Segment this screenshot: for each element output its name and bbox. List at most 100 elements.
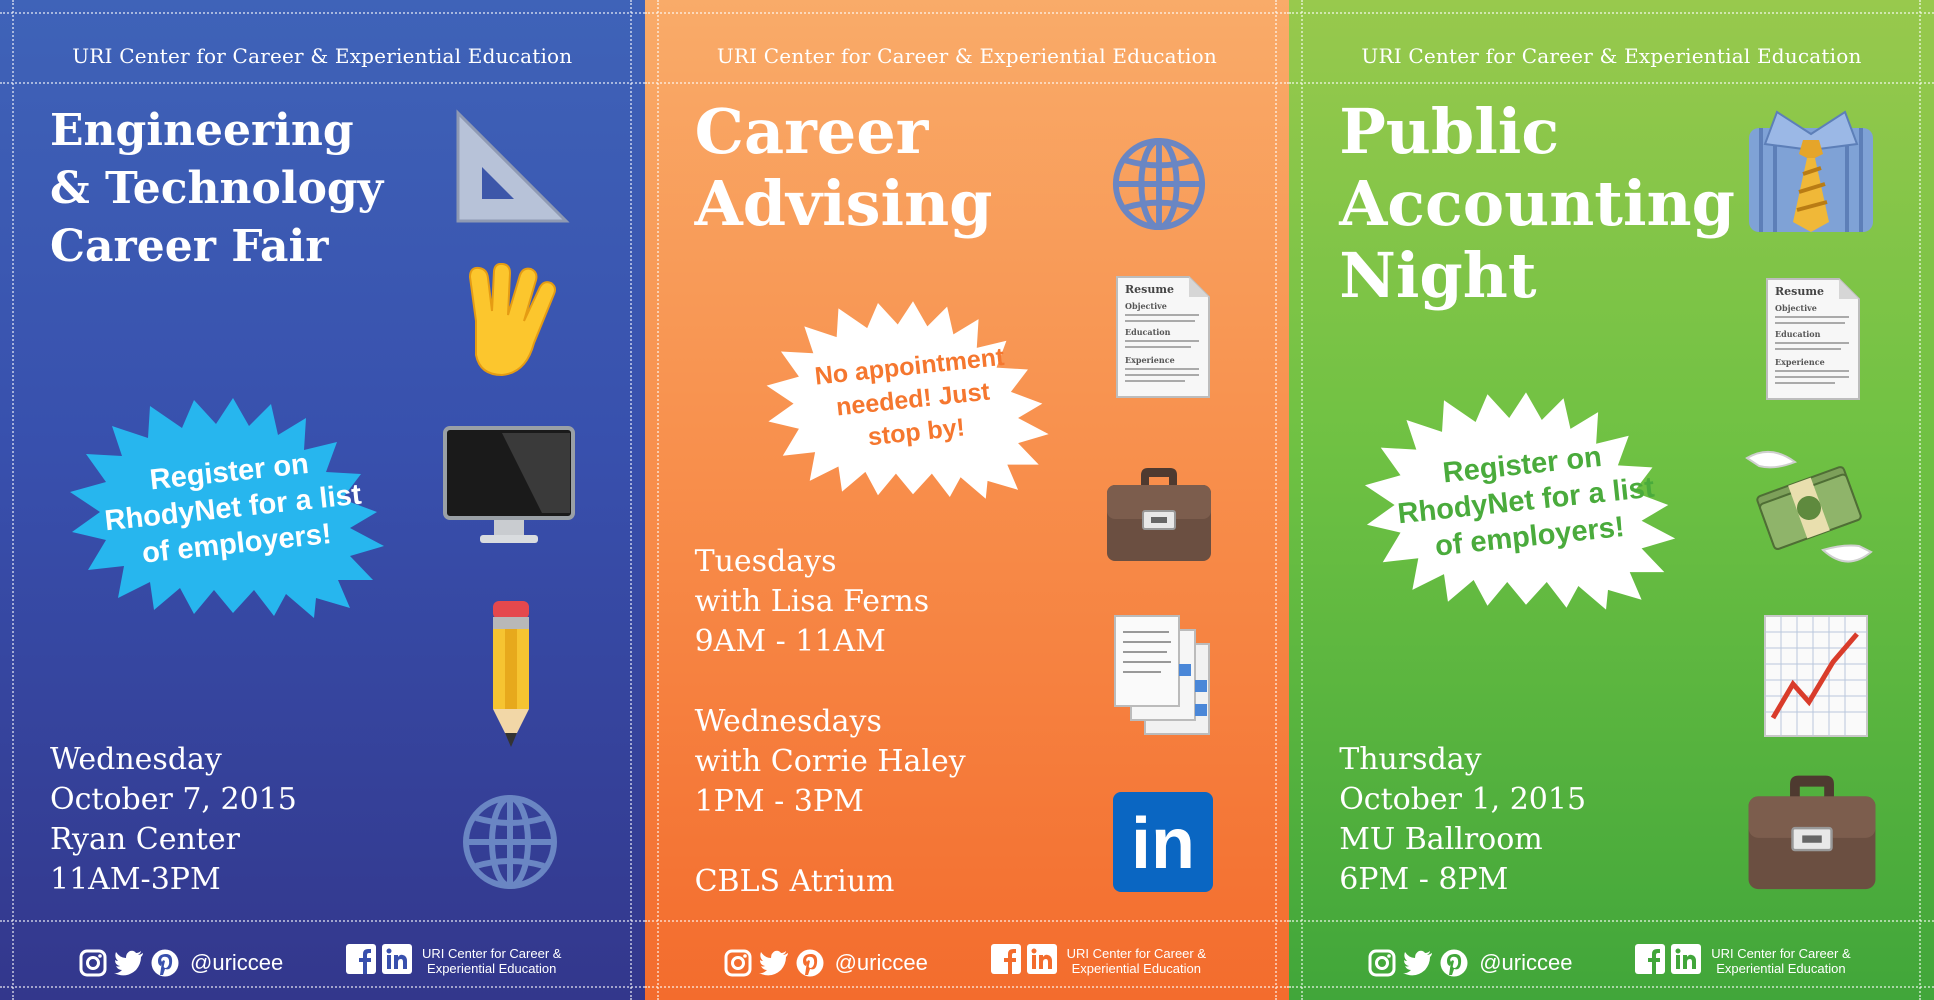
organization-name: URI Center for Career & Experiential Edu… <box>1361 44 1862 68</box>
facebook-icon[interactable] <box>346 944 376 978</box>
engineering-career-fair-panel: URI Center for Career & Experiential Edu… <box>0 0 645 1000</box>
pinterest-icon[interactable] <box>795 948 825 978</box>
detail-line: with Corrie Haley <box>694 744 966 779</box>
organization-name: URI Center for Career & Experiential Edu… <box>72 44 573 68</box>
dotted-border <box>0 12 645 14</box>
social-handle[interactable]: @uriccee <box>1479 950 1572 976</box>
detail-line: Wednesday <box>50 742 222 777</box>
globe-icon <box>1107 132 1211 236</box>
detail-line: 1PM - 3PM <box>694 784 864 819</box>
desktop-computer-icon <box>440 424 578 552</box>
footer-org-line: Experiential Education <box>427 961 557 976</box>
linkedin-small-icon[interactable] <box>382 944 412 978</box>
resume-document-icon: Resume Objective Education Experience <box>1763 270 1863 408</box>
dotted-border <box>644 920 1290 922</box>
social-links: @uriccee <box>78 948 283 978</box>
detail-line: 11AM-3PM <box>50 862 221 897</box>
linkedin-small-icon[interactable] <box>1671 944 1702 978</box>
resume-section: Education <box>1775 329 1821 339</box>
footer-org-text: URI Center for Career & Experiential Edu… <box>1067 946 1206 976</box>
title-line: Night <box>1339 239 1537 312</box>
title-line: Advising <box>694 167 993 240</box>
social-links: @uriccee <box>1367 948 1572 978</box>
dotted-border <box>1289 82 1934 84</box>
resume-heading: Resume <box>1125 283 1174 296</box>
event-title: Engineering & Technology Career Fair <box>50 102 383 276</box>
vulcan-salute-icon <box>456 262 568 380</box>
organization-name: URI Center for Career & Experiential Edu… <box>716 44 1217 68</box>
detail-line: Ryan Center <box>50 822 240 857</box>
title-line: Engineering <box>50 105 354 156</box>
social-links: @uriccee <box>723 948 928 978</box>
documents-stack-icon <box>1109 612 1217 740</box>
event-details: Thursday October 1, 2015 MU Ballroom 6PM… <box>1339 740 1586 900</box>
footer-bar: @uriccee URI Center for Career & Experie… <box>0 934 645 1000</box>
footer-org-text: URI Center for Career & Experiential Edu… <box>1711 946 1850 976</box>
dotted-border <box>1289 920 1934 922</box>
linkedin-small-icon[interactable] <box>1026 944 1057 978</box>
footer-bar: @uriccee URI Center for Career & Experie… <box>645 934 1290 1000</box>
public-accounting-night-panel: URI Center for Career & Experiential Edu… <box>1289 0 1934 1000</box>
pencil-icon <box>478 598 544 754</box>
title-line: Career Fair <box>50 221 329 272</box>
detail-line: CBLS Atrium <box>694 864 895 899</box>
footer-org-line: Experiential Education <box>1071 961 1201 976</box>
detail-line: Tuesdays <box>694 544 837 579</box>
instagram-icon[interactable] <box>723 948 753 978</box>
facebook-icon[interactable] <box>990 944 1021 978</box>
footer-organization: URI Center for Career & Experiential Edu… <box>1635 944 1851 978</box>
title-line: & Technology <box>50 163 384 214</box>
title-line: Public <box>1339 95 1560 168</box>
detail-line: October 7, 2015 <box>50 782 297 817</box>
spacer-line <box>695 662 966 702</box>
register-burst: Register on RhodyNet for a list of emplo… <box>66 398 400 618</box>
linkedin-text: in <box>1131 804 1195 884</box>
pinterest-icon[interactable] <box>1439 948 1469 978</box>
triangle-ruler-icon <box>452 108 572 226</box>
detail-line: MU Ballroom <box>1339 822 1543 857</box>
globe-icon <box>456 788 564 896</box>
money-with-wings-icon <box>1739 438 1879 578</box>
footer-org-text: URI Center for Career & Experiential Edu… <box>422 946 561 976</box>
dotted-border <box>644 12 1290 14</box>
social-handle[interactable]: @uriccee <box>835 950 928 976</box>
instagram-icon[interactable] <box>78 948 108 978</box>
footer-organization: URI Center for Career & Experiential Edu… <box>346 944 561 978</box>
resume-section: Objective <box>1775 303 1817 313</box>
resume-document-icon: Resume Objective Education Experience <box>1113 274 1213 400</box>
resume-section: Education <box>1125 327 1171 337</box>
chart-increasing-icon <box>1761 612 1871 740</box>
shirt-and-tie-icon <box>1745 108 1877 236</box>
dotted-border <box>1274 0 1277 1000</box>
detail-line: Thursday <box>1339 742 1482 777</box>
twitter-icon[interactable] <box>114 948 144 978</box>
event-title: Public Accounting Night <box>1339 96 1735 312</box>
footer-org-line: URI Center for Career & <box>1066 946 1207 961</box>
resume-section: Experience <box>1125 355 1175 365</box>
detail-line: Wednesdays <box>694 704 882 739</box>
linkedin-icon[interactable]: in <box>1109 788 1217 896</box>
footer-org-line: URI Center for Career & <box>1711 946 1851 961</box>
twitter-icon[interactable] <box>1403 948 1433 978</box>
dotted-border <box>644 82 1290 84</box>
resume-section: Objective <box>1125 301 1167 311</box>
detail-line: 6PM - 8PM <box>1339 862 1509 897</box>
instagram-icon[interactable] <box>1367 948 1397 978</box>
event-details: Wednesday October 7, 2015 Ryan Center 11… <box>50 740 297 900</box>
dotted-border <box>0 82 645 84</box>
pinterest-icon[interactable] <box>150 948 180 978</box>
career-advising-panel: URI Center for Career & Experiential Edu… <box>644 0 1290 1000</box>
detail-line: October 1, 2015 <box>1339 782 1587 817</box>
social-handle[interactable]: @uriccee <box>190 950 283 976</box>
facebook-icon[interactable] <box>1635 944 1666 978</box>
resume-heading: Resume <box>1775 285 1824 298</box>
footer-org-line: Experiential Education <box>1716 961 1846 976</box>
dotted-border <box>630 0 632 1000</box>
footer-organization: URI Center for Career & Experiential Edu… <box>990 944 1206 978</box>
footer-bar: @uriccee URI Center for Career & Experie… <box>1289 934 1934 1000</box>
twitter-icon[interactable] <box>758 948 789 978</box>
briefcase-icon <box>1101 462 1217 568</box>
footer-org-line: URI Center for Career & <box>422 946 562 961</box>
dotted-border <box>12 0 14 1000</box>
advising-schedule: Tuesdays with Lisa Ferns 9AM - 11AM Wedn… <box>695 542 966 902</box>
